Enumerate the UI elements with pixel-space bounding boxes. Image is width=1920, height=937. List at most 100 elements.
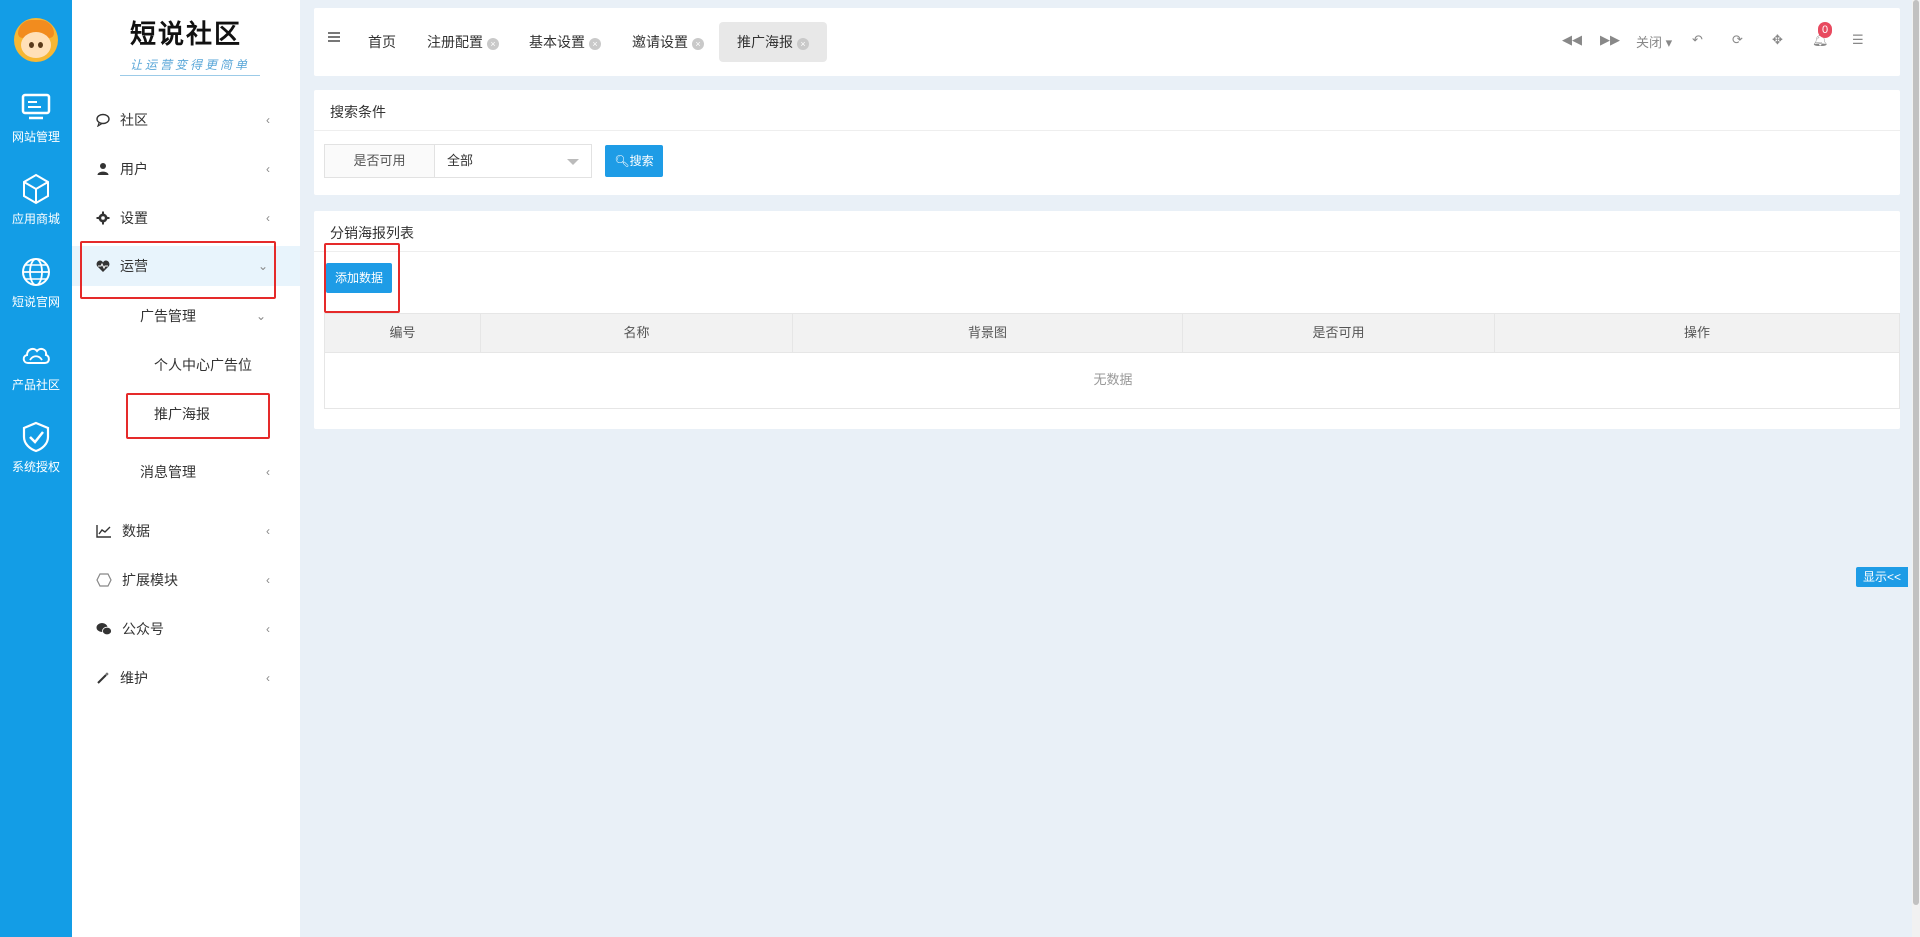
tab-bar: 首页 注册配置 × 基本设置 × 邀请设置 × 推广海报 × ◀◀ ▶▶ 关闭 ▾ ↶ … xyxy=(314,8,1900,76)
sidebar-item-users[interactable]: 用户 ‹ xyxy=(72,149,300,189)
rail-item-label: 网站管理 xyxy=(11,130,60,144)
tab-label: 注册配置 xyxy=(427,34,483,50)
tab-invite-settings[interactable]: 邀请设置 × xyxy=(618,22,718,62)
table-body: 无数据 xyxy=(324,353,1900,409)
refresh-icon[interactable]: ⟳ xyxy=(1732,32,1743,48)
empty-state-text: 无数据 xyxy=(1093,372,1133,387)
scrollbar[interactable] xyxy=(1912,0,1920,937)
chevron-left-icon: ‹ xyxy=(266,211,270,225)
list-panel: 分销海报列表 添加数据 编号 名称 背景图 是否可用 操作 无数据 xyxy=(314,211,1900,429)
chevron-left-icon: ‹ xyxy=(266,622,270,636)
scrollbar-thumb[interactable] xyxy=(1913,0,1919,905)
search-panel-title: 搜索条件 xyxy=(330,104,386,120)
chevron-left-icon: ‹ xyxy=(266,113,270,127)
tab-basic-settings[interactable]: 基本设置 × xyxy=(515,22,615,62)
availability-field-label: 是否可用 xyxy=(324,144,434,178)
search-button[interactable]: 🔍︎搜索 xyxy=(605,145,663,177)
close-tabs-label: 关闭 xyxy=(1636,35,1663,50)
highlight-box xyxy=(80,241,276,299)
app-rail: 网站管理 应用商城 短说官网 产品社区 系统授权 xyxy=(0,0,72,937)
column-header: 编号 xyxy=(325,314,481,352)
sidebar-sub-ad-manage[interactable]: 广告管理 ⌄ xyxy=(140,296,300,336)
gear-icon xyxy=(96,211,110,225)
chevron-left-icon: ‹ xyxy=(266,671,270,685)
rail-item-label: 短说官网 xyxy=(11,295,60,309)
rail-item-license[interactable]: 系统授权 xyxy=(0,420,72,475)
tab-register-config[interactable]: 注册配置 × xyxy=(413,22,513,62)
sidebar-item-maintenance[interactable]: 维护 ‹ xyxy=(72,658,300,698)
sidebar-item-label: 公众号 xyxy=(122,621,164,637)
close-icon[interactable]: × xyxy=(589,38,601,50)
globe-icon xyxy=(22,258,50,286)
caret-down-icon xyxy=(567,159,579,165)
avatar-face xyxy=(21,32,51,58)
column-header: 背景图 xyxy=(793,314,1183,352)
close-icon[interactable]: × xyxy=(692,38,704,50)
sidebar-item-label: 扩展模块 xyxy=(122,572,178,588)
wechat-icon xyxy=(96,623,112,636)
search-panel: 搜索条件 是否可用 全部 🔍︎搜索 xyxy=(314,90,1900,195)
availability-select-value: 全部 xyxy=(447,153,474,168)
sidebar-item-label: 用户 xyxy=(120,161,148,177)
sidebar-item-settings[interactable]: 设置 ‹ xyxy=(72,198,300,238)
sidebar: 短说社区 让运营变得更简单 社区 ‹ 用户 ‹ 设置 ‹ 运营 ⌄ 广告管理 ⌄… xyxy=(72,0,300,937)
close-icon[interactable]: × xyxy=(487,38,499,50)
rail-item-community[interactable]: 产品社区 xyxy=(0,338,72,393)
close-icon[interactable]: × xyxy=(797,38,809,50)
undo-icon[interactable]: ↶ xyxy=(1692,32,1703,48)
chevron-left-icon: ‹ xyxy=(266,573,270,587)
sidebar-sub-label: 广告管理 xyxy=(140,308,196,324)
chevron-left-icon: ‹ xyxy=(266,162,270,176)
line-chart-icon xyxy=(96,525,111,538)
sidebar-sub-msg-manage[interactable]: 消息管理 ‹ xyxy=(140,452,300,492)
fullscreen-icon[interactable]: ✥ xyxy=(1772,32,1783,48)
rail-item-website[interactable]: 短说官网 xyxy=(0,255,72,310)
avatar[interactable] xyxy=(14,18,58,62)
cube-icon xyxy=(23,173,49,205)
rail-item-app-store[interactable]: 应用商城 xyxy=(0,172,72,227)
notification-badge: 0 xyxy=(1818,22,1832,38)
shield-check-icon xyxy=(22,421,50,453)
availability-select[interactable]: 全部 xyxy=(434,144,592,178)
tab-label: 邀请设置 xyxy=(632,34,688,50)
search-button-label: 搜索 xyxy=(629,154,654,168)
list-panel-title: 分销海报列表 xyxy=(330,225,414,241)
rail-item-site-admin[interactable]: 网站管理 xyxy=(0,90,72,145)
search-icon: 🔍︎ xyxy=(614,154,630,168)
scroll-left-icon[interactable]: ◀◀ xyxy=(1562,32,1582,48)
chevron-down-icon: ⌄ xyxy=(255,309,266,323)
sidebar-sub-personal-ad[interactable]: 个人中心广告位 xyxy=(154,345,300,385)
tab-promo-poster[interactable]: 推广海报 × xyxy=(719,22,827,62)
highlight-box xyxy=(126,393,270,439)
rail-item-label: 应用商城 xyxy=(11,212,60,226)
sidebar-item-data[interactable]: 数据 ‹ xyxy=(72,511,300,551)
logo-title: 短说社区 xyxy=(129,20,242,50)
more-menu-icon[interactable]: ☰ xyxy=(1852,32,1864,48)
close-tabs-menu[interactable]: 关闭 ▾ xyxy=(1636,32,1672,51)
divider xyxy=(314,130,1900,131)
column-header: 名称 xyxy=(481,314,793,352)
show-panel-button[interactable]: 显示<< xyxy=(1856,567,1908,587)
column-header: 操作 xyxy=(1683,325,1710,340)
logo-subtitle: 让运营变得更简单 xyxy=(120,56,260,76)
comment-icon xyxy=(96,113,110,127)
sidebar-item-label: 社区 xyxy=(120,112,148,128)
hexagon-icon xyxy=(96,573,112,587)
chevron-left-icon: ‹ xyxy=(266,524,270,538)
avatar-eye xyxy=(38,42,43,48)
column-header: 是否可用 xyxy=(1183,314,1495,352)
hamburger-icon[interactable] xyxy=(328,32,340,42)
sidebar-sub-label: 消息管理 xyxy=(140,464,196,480)
sidebar-item-community[interactable]: 社区 ‹ xyxy=(72,100,300,140)
tab-label: 首页 xyxy=(368,34,396,50)
sidebar-item-wechat[interactable]: 公众号 ‹ xyxy=(72,609,300,649)
monitor-icon xyxy=(21,93,51,120)
scroll-right-icon[interactable]: ▶▶ xyxy=(1600,32,1620,48)
highlight-box xyxy=(324,243,400,313)
sidebar-item-label: 设置 xyxy=(120,210,148,226)
rail-item-label: 产品社区 xyxy=(11,378,60,392)
user-icon xyxy=(97,163,109,175)
tab-home[interactable]: 首页 xyxy=(354,22,410,62)
table-header: 编号 名称 背景图 是否可用 操作 xyxy=(324,313,1900,353)
sidebar-item-extensions[interactable]: 扩展模块 ‹ xyxy=(72,560,300,600)
